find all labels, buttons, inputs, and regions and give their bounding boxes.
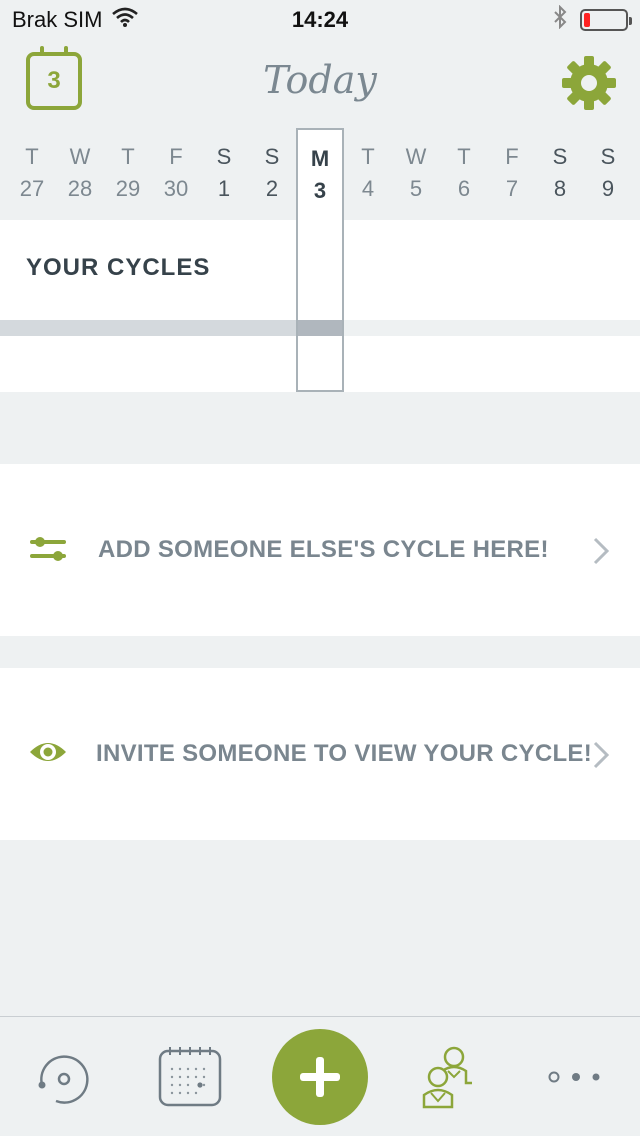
week-day[interactable]: T 27 [8, 140, 56, 204]
week-day[interactable]: F7 [488, 140, 536, 204]
week-day-number: 9 [601, 176, 615, 201]
calendar-grid-icon[interactable] [158, 1045, 222, 1114]
week-day[interactable]: T6 [440, 140, 488, 204]
week-day-letter: T [361, 144, 375, 169]
week-day-number: 1 [217, 176, 231, 201]
week-day-number: 29 [115, 176, 141, 201]
chevron-right-icon [590, 740, 612, 770]
chevron-right-icon [590, 536, 612, 566]
week-day-number: 27 [19, 176, 45, 201]
week-day-number: 4 [361, 176, 375, 201]
week-day-number: 30 [163, 176, 189, 201]
week-day[interactable]: S9 [584, 140, 632, 204]
week-day[interactable]: T4 [344, 140, 392, 204]
battery-icon [580, 9, 632, 31]
week-day-number: 5 [409, 176, 423, 201]
carrier-label: Brak SIM [12, 7, 103, 32]
cycles-title: YOUR CYCLES [26, 254, 211, 281]
tab-bar [0, 1016, 640, 1136]
week-day-letter: S [264, 144, 280, 169]
week-day[interactable]: T 29 [104, 140, 152, 204]
week-day-number: 3 [313, 178, 327, 203]
invite-label: INVITE SOMEONE TO VIEW YOUR CYCLE! [96, 740, 593, 767]
week-day[interactable]: W 28 [56, 140, 104, 204]
week-day-letter: W [405, 144, 427, 169]
week-day-letter: F [505, 144, 519, 169]
week-day-letter: S [552, 144, 568, 169]
bluetooth-icon [552, 4, 568, 35]
week-day-letter: W [69, 144, 91, 169]
more-dots-icon[interactable] [546, 1069, 606, 1090]
week-day[interactable]: S2 [248, 140, 296, 204]
add-cycle-row[interactable]: ADD SOMEONE ELSE'S CYCLE HERE! [0, 464, 640, 636]
plus-icon[interactable] [272, 1029, 368, 1125]
sliders-icon [28, 530, 68, 570]
header: 3 Today [0, 40, 640, 126]
status-bar: Brak SIM 14:24 [0, 0, 640, 40]
week-day-letter: M [310, 146, 330, 171]
week-day-letter: T [121, 144, 135, 169]
battery-level [584, 13, 590, 27]
week-day[interactable]: S1 [200, 140, 248, 204]
week-day-letter: T [457, 144, 471, 169]
invite-row[interactable]: INVITE SOMEONE TO VIEW YOUR CYCLE! [0, 668, 640, 840]
cycle-bar-fill [0, 320, 343, 336]
add-cycle-label: ADD SOMEONE ELSE'S CYCLE HERE! [98, 536, 549, 563]
cycle-ring-icon[interactable] [34, 1049, 94, 1114]
week-day-letter: S [600, 144, 616, 169]
week-day[interactable]: F 30 [152, 140, 200, 204]
week-day-letter: F [169, 144, 183, 169]
page-title: Today [263, 58, 377, 102]
week-day-number: 7 [505, 176, 519, 201]
gear-icon[interactable] [562, 56, 616, 110]
today-cycle-marker [298, 320, 342, 336]
week-day-letter: T [25, 144, 39, 169]
week-day-letter: S [216, 144, 232, 169]
wifi-icon [112, 7, 139, 33]
eye-icon [28, 732, 68, 772]
today-column[interactable]: M3 [296, 128, 344, 392]
week-day-number: 8 [553, 176, 567, 201]
week-day[interactable]: S8 [536, 140, 584, 204]
people-icon[interactable] [418, 1045, 474, 1114]
week-day[interactable]: W5 [392, 140, 440, 204]
week-day[interactable]: M3 [296, 142, 344, 206]
week-day-number: 28 [67, 176, 93, 201]
week-day-number: 2 [265, 176, 279, 201]
week-day-number: 6 [457, 176, 471, 201]
